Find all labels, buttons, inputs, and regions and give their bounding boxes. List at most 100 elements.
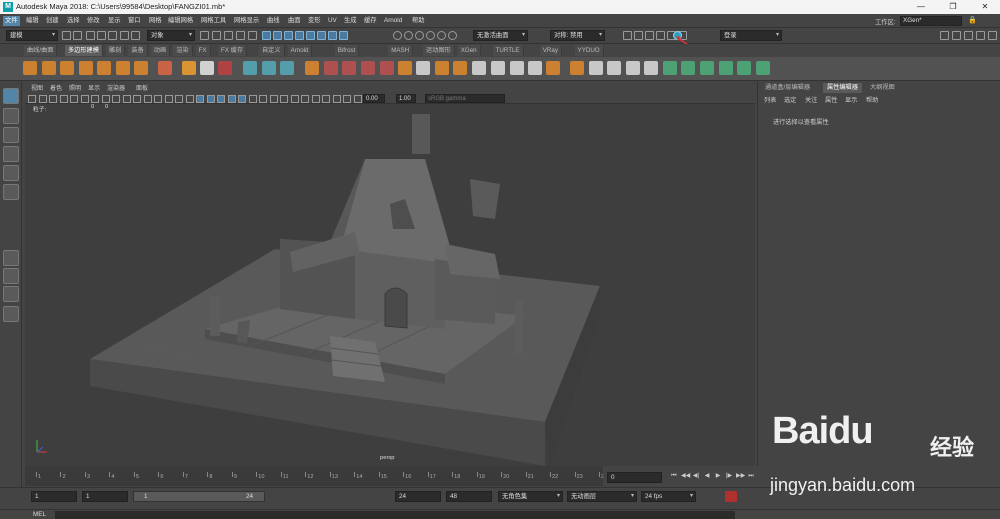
viewport-toolbar-icon[interactable]	[248, 95, 257, 103]
shelf-tool-icon[interactable]	[380, 61, 394, 75]
panel-menu-item[interactable]: 关注	[805, 95, 817, 104]
viewport-toolbar-icon[interactable]	[38, 95, 47, 103]
menu-item[interactable]: 文件	[3, 16, 20, 26]
status-tool-icon[interactable]	[108, 31, 117, 40]
shelf-tool-icon[interactable]	[42, 61, 56, 75]
viewport-menu-item[interactable]: 渲染器	[107, 83, 125, 92]
shelf-tool-icon[interactable]	[589, 61, 603, 75]
shelf-tool-icon[interactable]	[23, 61, 37, 75]
status-tool-icon[interactable]	[97, 31, 106, 40]
exposure-field[interactable]: 0.00	[363, 94, 385, 103]
status-tool-icon[interactable]	[131, 31, 140, 40]
panel-tab[interactable]: 属性编辑器	[823, 83, 862, 93]
menu-item[interactable]: 编辑	[24, 16, 41, 26]
viewport-toolbar-icon[interactable]	[206, 95, 215, 103]
render-icon[interactable]	[634, 31, 643, 40]
viewport-toolbar-icon[interactable]	[80, 95, 89, 103]
status-tool-icon[interactable]	[73, 31, 82, 40]
viewport-toolbar-icon[interactable]	[217, 95, 225, 103]
shelf-tool-icon[interactable]	[305, 61, 319, 75]
playback-button-icon[interactable]: ◀◀	[681, 472, 690, 480]
playback-start-field[interactable]: 1	[82, 491, 128, 502]
viewport-toolbar-icon[interactable]	[311, 95, 320, 103]
viewport-toolbar-icon[interactable]	[28, 95, 36, 103]
close-button[interactable]: ✕	[974, 1, 996, 13]
panel-toggle-icon[interactable]	[988, 31, 997, 40]
playback-button-icon[interactable]: ⏮	[670, 472, 678, 480]
selection-mask-icon[interactable]	[262, 31, 271, 40]
viewport-toolbar-icon[interactable]	[175, 95, 183, 103]
menu-item[interactable]: 变形	[306, 16, 323, 26]
toolbox-tool-icon[interactable]	[3, 250, 19, 266]
viewport-toolbar-icon[interactable]	[269, 95, 278, 103]
shelf-tab[interactable]: MASH	[388, 45, 414, 56]
status-tool-icon[interactable]	[62, 31, 71, 40]
playback-button-icon[interactable]: |▶	[725, 472, 733, 480]
shelf-tool-icon[interactable]	[280, 61, 294, 75]
shelf-tool-icon[interactable]	[700, 61, 714, 75]
shelf-tool-icon[interactable]	[435, 61, 449, 75]
shelf-tab[interactable]: FX	[195, 45, 211, 56]
menu-set-select[interactable]: 建模	[6, 30, 58, 41]
login-button[interactable]: 登录	[720, 30, 782, 41]
shelf-tab[interactable]: FX 缓存	[218, 45, 248, 56]
shelf-tool-icon[interactable]	[416, 61, 430, 75]
viewport-toolbar-icon[interactable]	[49, 95, 57, 103]
panel-menu-item[interactable]: 列表	[764, 95, 776, 104]
auto-key-icon[interactable]	[725, 491, 737, 502]
menu-item[interactable]: 修改	[85, 16, 102, 26]
snap-icon[interactable]	[393, 31, 402, 40]
shelf-tool-icon[interactable]	[644, 61, 658, 75]
shelf-tool-icon[interactable]	[200, 61, 214, 75]
panel-toggle-icon[interactable]	[952, 31, 961, 40]
status-tool-icon[interactable]	[200, 31, 209, 40]
shelf-tool-icon[interactable]	[262, 61, 276, 75]
viewport-toolbar-icon[interactable]	[122, 95, 131, 103]
shelf-tab[interactable]: 动画	[150, 45, 171, 56]
viewport-toolbar-icon[interactable]	[259, 95, 267, 103]
toolbox-tool-icon[interactable]	[3, 306, 19, 322]
viewport-toolbar-icon[interactable]	[143, 95, 152, 103]
selection-mode-field[interactable]: 对象	[147, 30, 195, 41]
menu-item[interactable]: 网格显示	[232, 16, 261, 26]
toolbox-tool-icon[interactable]	[3, 108, 19, 124]
menu-item[interactable]: 曲线	[265, 16, 282, 26]
panel-tab[interactable]: 大纲视图	[866, 83, 899, 93]
viewport-menu-item[interactable]: 照明	[69, 83, 81, 92]
selection-mask-icon[interactable]	[317, 31, 326, 40]
viewport-toolbar-icon[interactable]	[154, 95, 162, 103]
toolbox-tool-icon[interactable]	[3, 127, 19, 143]
status-tool-icon[interactable]	[120, 31, 129, 40]
shelf-tool-icon[interactable]	[719, 61, 733, 75]
panel-tab[interactable]: 通道盒/层编辑器	[761, 83, 814, 93]
viewport-menu-item[interactable]: 着色	[50, 83, 62, 92]
current-frame-field[interactable]: 0	[607, 472, 662, 483]
shelf-tab[interactable]: 多边形建模	[65, 45, 103, 56]
shelf-tab[interactable]: YYDUO	[574, 45, 604, 56]
viewport-menu-item[interactable]: 显示	[88, 83, 100, 92]
mel-label[interactable]: MEL	[33, 511, 46, 518]
menu-item[interactable]: 帮助	[410, 16, 427, 26]
selection-mask-icon[interactable]	[339, 31, 348, 40]
viewport-toolbar-icon[interactable]	[280, 95, 288, 103]
snap-icon[interactable]	[437, 31, 446, 40]
status-tool-icon[interactable]	[248, 31, 257, 40]
lock-icon[interactable]: 🔒	[968, 16, 977, 24]
viewport-menu-item[interactable]: 面板	[136, 83, 148, 92]
menu-item[interactable]: 选择	[65, 16, 82, 26]
shelf-tool-icon[interactable]	[570, 61, 584, 75]
snap-icon[interactable]	[448, 31, 457, 40]
viewport-toolbar-icon[interactable]	[301, 95, 309, 103]
viewport-toolbar-icon[interactable]	[322, 95, 330, 103]
playback-button-icon[interactable]: ⏭	[747, 472, 755, 480]
shelf-tab[interactable]: Arnold	[287, 45, 313, 56]
menu-item[interactable]: 窗口	[126, 16, 143, 26]
panel-toggle-icon[interactable]	[976, 31, 985, 40]
toolbox-tool-icon[interactable]	[3, 286, 19, 302]
menu-item[interactable]: 网格工具	[199, 16, 228, 26]
viewport-toolbar-icon[interactable]	[70, 95, 78, 103]
command-input[interactable]	[55, 511, 735, 519]
shelf-tool-icon[interactable]	[528, 61, 542, 75]
character-set-select[interactable]: 无角色集	[498, 491, 563, 502]
toolbox-tool-icon[interactable]	[3, 165, 19, 181]
